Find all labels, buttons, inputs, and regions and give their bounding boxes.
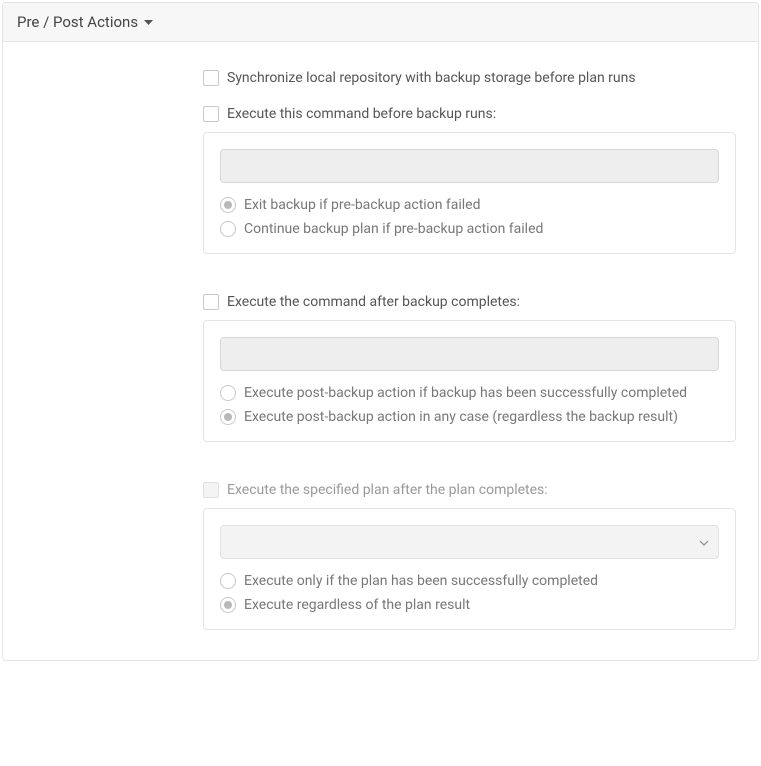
post-radio-any-label: Execute post-backup action in any case (… bbox=[244, 409, 678, 425]
panel-body: Synchronize local repository with backup… bbox=[3, 42, 758, 660]
panel-title: Pre / Post Actions bbox=[17, 13, 138, 31]
sync-repo-label[interactable]: Synchronize local repository with backup… bbox=[227, 70, 636, 86]
chain-plan-label: Execute the specified plan after the pla… bbox=[227, 482, 548, 498]
post-command-panel: Execute post-backup action if backup has… bbox=[203, 320, 736, 442]
pre-radio-continue-label: Continue backup plan if pre-backup actio… bbox=[244, 221, 543, 237]
post-command-checkbox[interactable] bbox=[203, 294, 219, 310]
pre-command-input[interactable] bbox=[220, 149, 719, 183]
post-radio-any[interactable] bbox=[220, 409, 236, 425]
post-command-row: Execute the command after backup complet… bbox=[203, 294, 736, 310]
pre-radio-exit-row: Exit backup if pre-backup action failed bbox=[220, 197, 719, 213]
pre-radio-continue[interactable] bbox=[220, 221, 236, 237]
post-radio-success[interactable] bbox=[220, 385, 236, 401]
pre-command-label[interactable]: Execute this command before backup runs: bbox=[227, 106, 496, 122]
post-command-label[interactable]: Execute the command after backup complet… bbox=[227, 294, 520, 310]
pre-radio-continue-row: Continue backup plan if pre-backup actio… bbox=[220, 221, 719, 237]
chain-radio-any-row: Execute regardless of the plan result bbox=[220, 597, 719, 613]
post-radio-any-row: Execute post-backup action in any case (… bbox=[220, 409, 719, 425]
sync-repo-checkbox[interactable] bbox=[203, 70, 219, 86]
post-radio-success-row: Execute post-backup action if backup has… bbox=[220, 385, 719, 401]
pre-command-row: Execute this command before backup runs: bbox=[203, 106, 736, 122]
pre-command-checkbox[interactable] bbox=[203, 106, 219, 122]
chain-radio-success-row: Execute only if the plan has been succes… bbox=[220, 573, 719, 589]
chain-plan-checkbox bbox=[203, 482, 219, 498]
chain-plan-panel: Execute only if the plan has been succes… bbox=[203, 508, 736, 630]
panel-header[interactable]: Pre / Post Actions bbox=[3, 3, 758, 42]
post-radio-success-label: Execute post-backup action if backup has… bbox=[244, 385, 687, 401]
chain-radio-any[interactable] bbox=[220, 597, 236, 613]
chain-plan-select[interactable] bbox=[220, 525, 719, 559]
chain-radio-success[interactable] bbox=[220, 573, 236, 589]
post-command-input[interactable] bbox=[220, 337, 719, 371]
sync-repo-row: Synchronize local repository with backup… bbox=[203, 70, 736, 86]
pre-post-actions-panel: Pre / Post Actions Synchronize local rep… bbox=[2, 2, 759, 661]
chain-radio-any-label: Execute regardless of the plan result bbox=[244, 597, 470, 613]
pre-command-panel: Exit backup if pre-backup action failed … bbox=[203, 132, 736, 254]
chain-plan-row: Execute the specified plan after the pla… bbox=[203, 482, 736, 498]
caret-down-icon bbox=[144, 20, 153, 25]
pre-radio-exit[interactable] bbox=[220, 197, 236, 213]
chain-radio-success-label: Execute only if the plan has been succes… bbox=[244, 573, 598, 589]
chain-plan-select-wrap bbox=[220, 525, 719, 559]
pre-radio-exit-label: Exit backup if pre-backup action failed bbox=[244, 197, 481, 213]
